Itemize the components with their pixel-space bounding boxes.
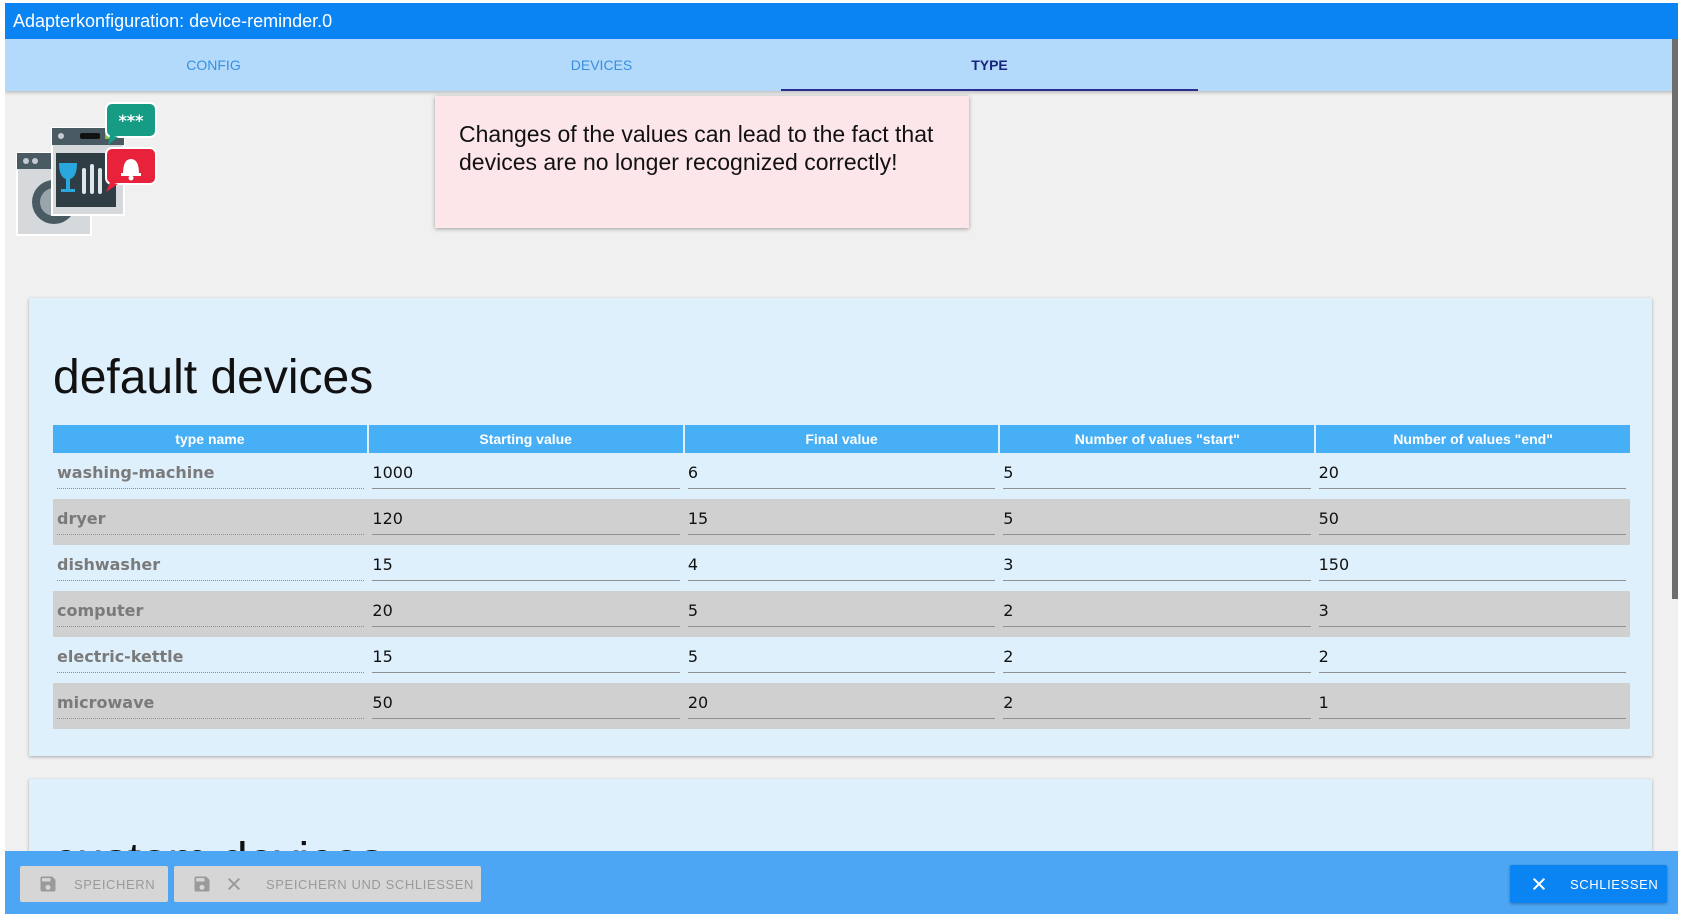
values-start-input[interactable]: 5 [1003,508,1311,535]
type-name-field: washing-machine [57,462,365,489]
values-start-input[interactable]: 3 [1003,554,1311,581]
section-title-default-devices: default devices [53,351,374,404]
values-start-input[interactable]: 2 [1003,692,1311,719]
values-start-input[interactable]: 2 [1003,646,1311,673]
values-start-input[interactable]: 2 [1003,600,1311,627]
column-header-values-end: Number of values "end" [1393,431,1553,447]
save-and-close-label: SPEICHERN UND SCHLIESSEN [266,876,474,892]
starting-value-input[interactable]: 120 [372,508,680,535]
starting-value-input[interactable]: 1000 [372,462,680,489]
values-end-input[interactable]: 1 [1318,692,1627,719]
column-header-values-start: Number of values "start" [1000,425,1317,453]
values-end-input[interactable]: 20 [1318,462,1627,489]
values-end-input[interactable]: 3 [1318,600,1627,627]
window-title: Adapterkonfiguration: device-reminder.0 [5,3,1678,39]
svg-text:***: *** [118,111,144,130]
table-row: dryer 120 15 5 50 [53,499,1630,545]
values-start-input[interactable]: 5 [1003,462,1311,489]
close-button[interactable]: SCHLIESSEN [1510,865,1667,903]
adapter-config-window: Adapterkonfiguration: device-reminder.0 … [5,3,1678,914]
column-header-starting-value: Starting value [369,425,685,453]
starting-value-input[interactable]: 20 [372,600,680,627]
tab-devices[interactable]: DEVICES [393,39,810,91]
final-value-input[interactable]: 5 [687,600,996,627]
starting-value-input[interactable]: 15 [372,646,680,673]
values-end-input[interactable]: 50 [1318,508,1627,535]
starting-value-input[interactable]: 15 [372,554,680,581]
table-row: microwave 50 20 2 1 [53,683,1630,729]
final-value-input[interactable]: 6 [687,462,996,489]
default-devices-card: default devices type name Starting value… [29,298,1652,756]
tab-bar: CONFIG DEVICES TYPE [5,39,1678,91]
values-end-input[interactable]: 150 [1318,554,1627,581]
default-devices-table: type name Starting value Final value Num… [53,425,1630,729]
type-name-field: dishwasher [57,554,365,581]
table-row: washing-machine 1000 6 5 20 [53,453,1630,499]
close-button-label: SCHLIESSEN [1570,876,1659,892]
device-reminder-logo: *** [16,102,157,236]
warning-message: Changes of the values can lead to the fa… [435,96,969,228]
tab-config[interactable]: CONFIG [5,39,422,91]
table-header: type name Starting value Final value Num… [53,425,1630,453]
save-icon [40,876,56,892]
final-value-input[interactable]: 15 [687,508,996,535]
type-name-field: computer [57,600,365,627]
final-value-input[interactable]: 4 [687,554,996,581]
save-button-label: SPEICHERN [74,876,156,892]
type-name-field: electric-kettle [57,646,365,673]
starting-value-input[interactable]: 50 [372,692,680,719]
save-icon [194,876,210,892]
close-icon [227,877,241,891]
type-name-field: microwave [57,692,365,719]
column-header-final-value: Final value [685,425,1001,453]
footer-toolbar: SPEICHERN SPEICHERN UND SCHLIESSEN SCHLI… [5,851,1678,914]
final-value-input[interactable]: 20 [687,692,996,719]
scrollbar[interactable] [1672,39,1678,599]
final-value-input[interactable]: 5 [687,646,996,673]
table-row: electric-kettle 15 5 2 2 [53,637,1630,683]
close-icon [1532,877,1546,891]
type-name-field: dryer [57,508,365,535]
tab-type[interactable]: TYPE [781,39,1198,91]
values-end-input[interactable]: 2 [1318,646,1627,673]
table-row: dishwasher 15 4 3 150 [53,545,1630,591]
save-button[interactable]: SPEICHERN [20,866,168,902]
save-and-close-button[interactable]: SPEICHERN UND SCHLIESSEN [174,866,481,902]
column-header-type-name: type name [53,425,369,453]
table-row: computer 20 5 2 3 [53,591,1630,637]
